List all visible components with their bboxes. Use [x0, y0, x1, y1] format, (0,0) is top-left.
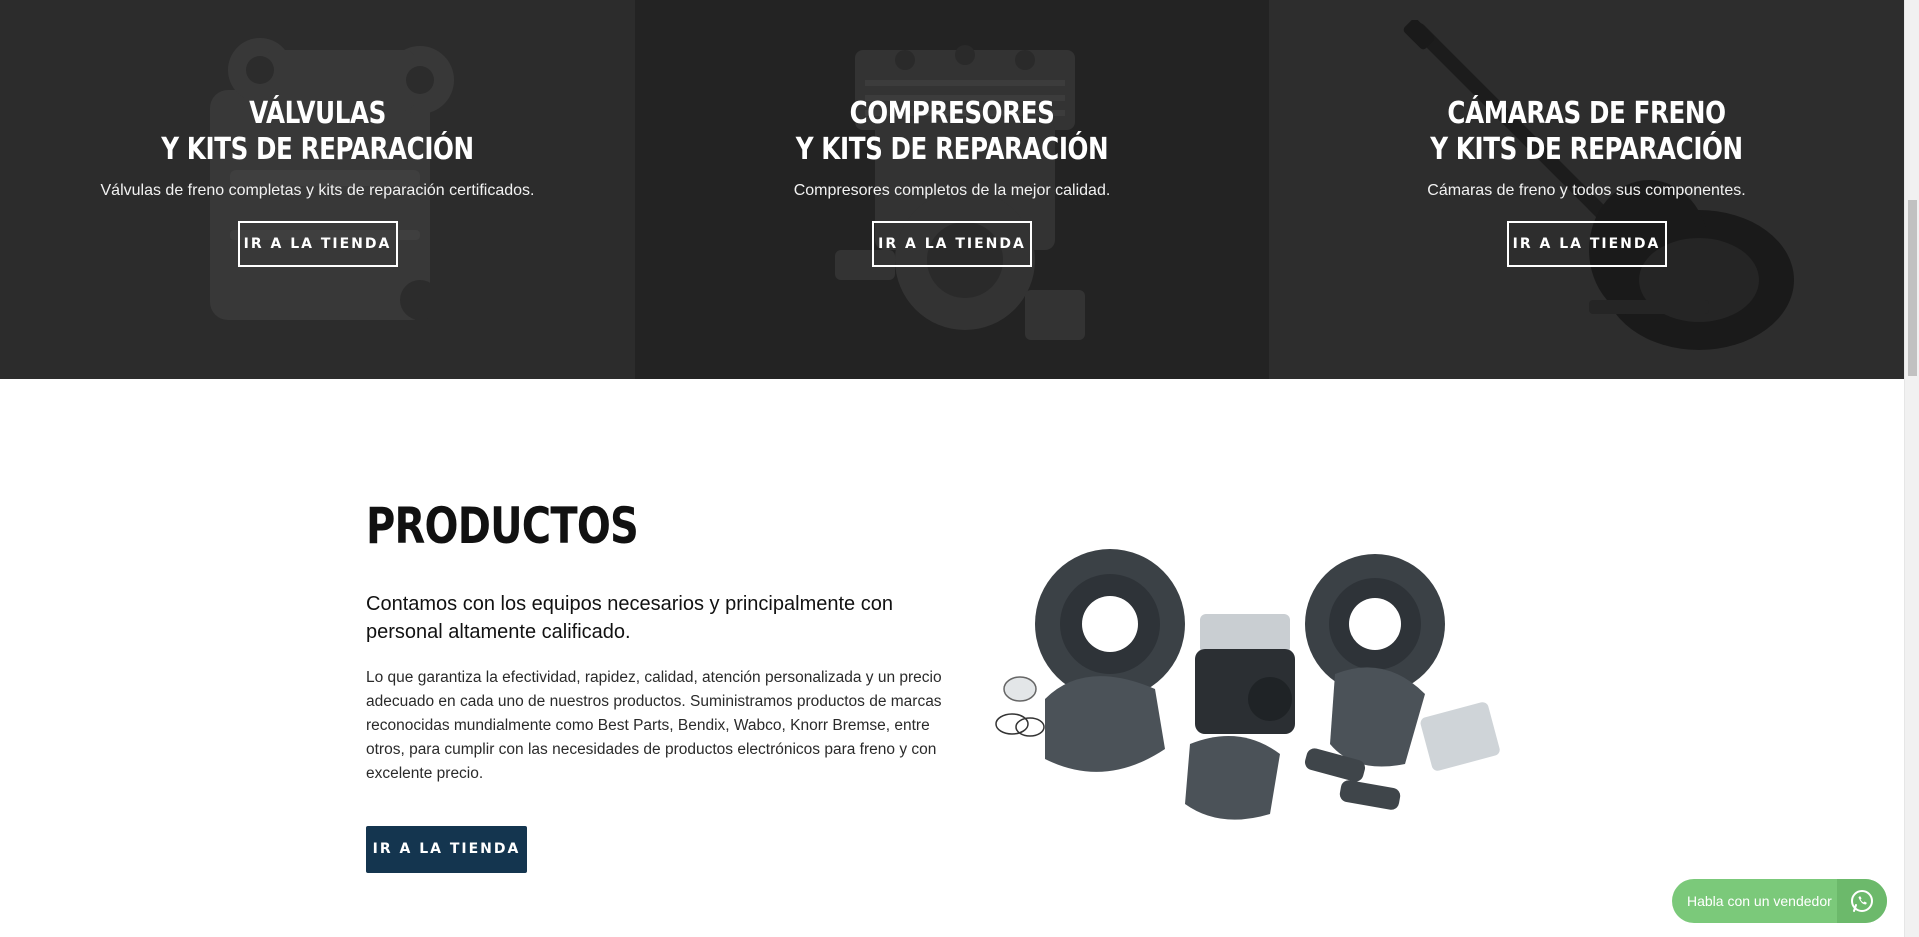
category-title: VÁLVULAS Y KITS DE REPARACIÓN	[57, 96, 578, 168]
category-content: CÁMARAS DE FRENO Y KITS DE REPARACIÓN Cá…	[1269, 96, 1904, 267]
category-description: Cámaras de freno y todos sus componentes…	[1427, 182, 1746, 199]
category-title-line1: VÁLVULAS	[249, 96, 386, 131]
category-content: COMPRESORES Y KITS DE REPARACIÓN Compres…	[635, 96, 1269, 267]
category-title: COMPRESORES Y KITS DE REPARACIÓN	[692, 96, 1212, 168]
category-title-line1: COMPRESORES	[849, 96, 1055, 131]
category-title-line2: Y KITS DE REPARACIÓN	[161, 132, 474, 167]
section-lead: Contamos con los equipos necesarios y pr…	[366, 593, 893, 643]
section-body: Lo que garantiza la efectividad, rapidez…	[366, 669, 942, 782]
category-title-line2: Y KITS DE REPARACIÓN	[1430, 132, 1743, 167]
category-card-valves: VÁLVULAS Y KITS DE REPARACIÓN Válvulas d…	[0, 0, 635, 379]
go-to-store-button[interactable]: IR A LA TIENDA	[237, 221, 398, 267]
category-title: CÁMARAS DE FRENO Y KITS DE REPARACIÓN	[1326, 96, 1847, 168]
category-title-line1: CÁMARAS DE FRENO	[1447, 96, 1726, 131]
scrollbar-thumb[interactable]	[1908, 200, 1917, 376]
category-description: Válvulas de freno completas y kits de re…	[100, 182, 535, 199]
category-title-line2: Y KITS DE REPARACIÓN	[795, 132, 1109, 167]
category-description: Compresores completos de la mejor calida…	[793, 182, 1111, 199]
brake-parts-image	[995, 549, 1500, 820]
go-to-store-button[interactable]: IR A LA TIENDA	[1506, 221, 1667, 267]
page-scrollbar[interactable]	[1904, 0, 1919, 937]
go-to-store-button[interactable]: IR A LA TIENDA	[366, 826, 527, 873]
chat-label: Habla con un vendedor	[1687, 893, 1832, 909]
section-title: PRODUCTOS	[366, 497, 639, 555]
products-section: PRODUCTOS Contamos con los equipos neces…	[0, 379, 1904, 937]
category-card-brake-chambers: CÁMARAS DE FRENO Y KITS DE REPARACIÓN Cá…	[1269, 0, 1904, 379]
category-strip: VÁLVULAS Y KITS DE REPARACIÓN Válvulas d…	[0, 0, 1904, 379]
category-card-compressors: COMPRESORES Y KITS DE REPARACIÓN Compres…	[635, 0, 1269, 379]
chat-with-seller-button[interactable]: Habla con un vendedor	[1672, 879, 1887, 923]
go-to-store-button[interactable]: IR A LA TIENDA	[872, 221, 1032, 267]
category-content: VÁLVULAS Y KITS DE REPARACIÓN Válvulas d…	[0, 96, 635, 267]
whatsapp-icon	[1837, 879, 1887, 923]
